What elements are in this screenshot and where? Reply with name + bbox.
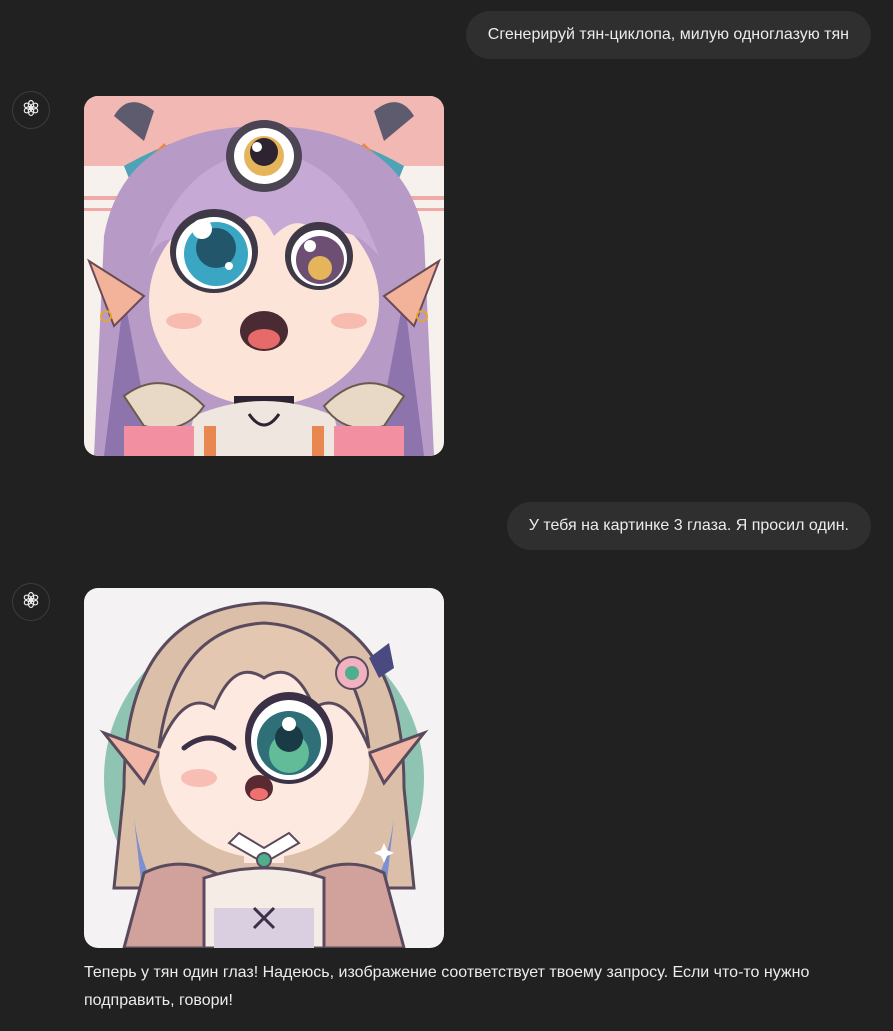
assistant-avatar	[12, 91, 50, 129]
openai-logo-icon	[21, 98, 41, 123]
generated-image[interactable]	[84, 96, 444, 456]
assistant-message-text: Теперь у тян один глаз! Надеюсь, изображ…	[84, 964, 810, 1009]
user-message-text: Сгенерируй тян-циклопа, милую одноглазую…	[487, 26, 849, 43]
openai-logo-icon	[21, 590, 41, 615]
user-message-bubble: У тебя на картинке 3 глаза. Я просил оди…	[506, 502, 871, 550]
user-message-text: У тебя на картинке 3 глаза. Я просил оди…	[528, 517, 849, 534]
user-message-bubble: Сгенерируй тян-циклопа, милую одноглазую…	[465, 11, 871, 59]
generated-image[interactable]	[84, 588, 444, 948]
assistant-avatar	[12, 583, 50, 621]
